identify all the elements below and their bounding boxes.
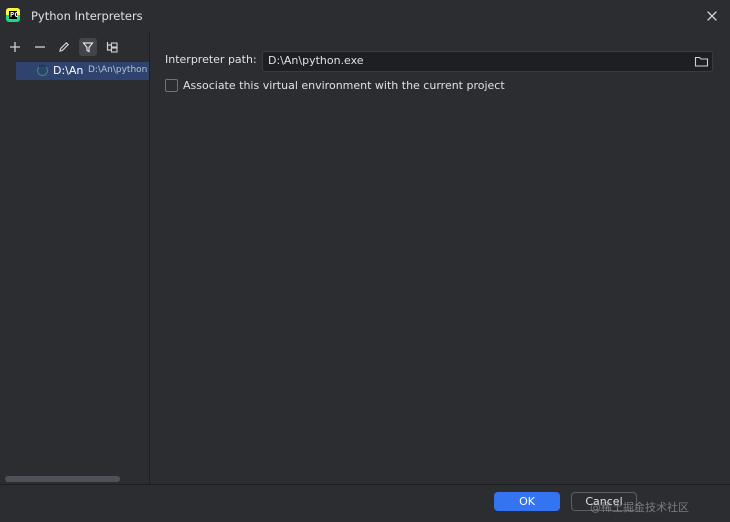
interpreter-details-panel: Interpreter path: D:\An\python.exe Assoc… xyxy=(150,32,730,484)
associate-label[interactable]: Associate this virtual environment with … xyxy=(183,79,505,92)
interpreter-path-label: Interpreter path: xyxy=(165,53,257,66)
interpreter-list-item[interactable]: D:\An D:\An\python xyxy=(16,62,149,80)
interpreter-path-value: D:\An\python.exe xyxy=(268,54,364,67)
app-icon-text: PC xyxy=(10,11,19,19)
interpreter-path-field[interactable]: D:\An\python.exe xyxy=(262,51,713,72)
interpreter-path: D:\An\python xyxy=(88,65,148,75)
filter-icon[interactable] xyxy=(79,38,97,56)
add-icon[interactable] xyxy=(6,38,24,56)
interpreter-name: D:\An xyxy=(53,64,84,77)
watermark: @稀土掘金技术社区 xyxy=(590,501,689,514)
loading-spinner-icon xyxy=(37,65,48,76)
associate-checkbox[interactable] xyxy=(165,79,178,92)
window-title: Python Interpreters xyxy=(31,9,143,23)
interpreter-list-panel: D:\An D:\An\python xyxy=(0,32,150,484)
edit-icon[interactable] xyxy=(55,38,73,56)
browse-folder-icon[interactable] xyxy=(694,55,709,68)
ok-button[interactable]: OK xyxy=(494,492,560,511)
associate-option: Associate this virtual environment with … xyxy=(165,79,565,95)
close-icon[interactable] xyxy=(705,9,719,23)
interpreter-toolbar xyxy=(6,38,146,56)
remove-icon[interactable] xyxy=(31,38,49,56)
title-bar: PC Python Interpreters xyxy=(0,0,730,32)
pycharm-icon: PC xyxy=(6,8,20,22)
horizontal-scrollbar[interactable] xyxy=(5,476,120,482)
tree-icon[interactable] xyxy=(103,38,121,56)
